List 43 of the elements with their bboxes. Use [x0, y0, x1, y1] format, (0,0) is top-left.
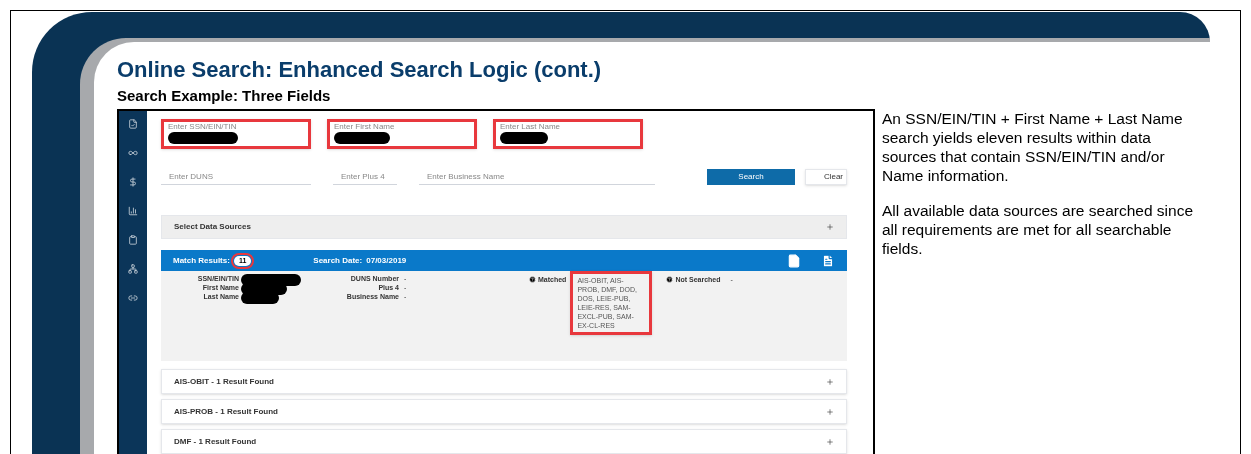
- document-icon[interactable]: [821, 253, 835, 268]
- search-date-label: Search Date:: [313, 254, 363, 267]
- slide-note: An SSN/EIN/TIN + First Name + Last Name search yields eleven results within data sources that contain SSN/EIN/TIN and/or Name information.: [882, 109, 1184, 185]
- slide-note: All available data sources are searched since all requirements are met for all searchable fields.: [882, 201, 1195, 258]
- match-results-label: Match Results:: [173, 254, 230, 267]
- plus-icon[interactable]: [826, 223, 834, 231]
- input-field[interactable]: Enter DUNS: [161, 169, 311, 185]
- plus-icon[interactable]: [826, 377, 834, 386]
- redaction-mark: [168, 132, 238, 144]
- bar-chart-icon[interactable]: [128, 206, 138, 216]
- panel-title: Select Data Sources: [174, 221, 251, 233]
- dollar-icon[interactable]: [128, 177, 138, 187]
- search-date: 07/03/2019: [366, 254, 407, 267]
- result-panel[interactable]: DMF - 1 Result Found: [161, 429, 847, 454]
- plus-icon[interactable]: [826, 437, 834, 446]
- redaction-mark: [241, 273, 301, 286]
- result-panel[interactable]: AIS-PROB - 1 Result Found: [161, 399, 847, 424]
- input-field[interactable]: Enter Business Name: [419, 169, 655, 185]
- help-icon[interactable]: [529, 276, 536, 283]
- result-panel[interactable]: AIS-OBIT - 1 Result Found: [161, 369, 847, 394]
- result-title: AIS-OBIT - 1 Result Found: [174, 375, 274, 388]
- data-sources-panel[interactable]: Select Data Sources: [161, 215, 847, 239]
- slide-title: Online Search: Enhanced Search Logic (cont.): [117, 56, 603, 84]
- field-label: Enter First Name: [334, 122, 396, 132]
- redaction-mark: [500, 132, 548, 144]
- input-field[interactable]: Enter Last Name: [493, 119, 643, 149]
- field-label: Enter Last Name: [500, 122, 562, 132]
- clear-button[interactable]: Clear: [805, 169, 847, 185]
- input-field[interactable]: Enter SSN/EIN/TIN: [161, 119, 311, 149]
- input-field[interactable]: Enter Plus 4: [333, 169, 397, 185]
- search-button[interactable]: Search: [707, 169, 795, 185]
- clipboard-icon[interactable]: [128, 235, 138, 245]
- infinity-icon[interactable]: [128, 148, 138, 158]
- plus-icon[interactable]: [826, 407, 834, 416]
- field-label: Enter SSN/EIN/TIN: [168, 122, 238, 132]
- redaction-mark: [334, 132, 390, 144]
- slide-subtitle: Search Example: Three Fields: [117, 86, 332, 106]
- hierarchy-icon[interactable]: [128, 264, 138, 274]
- input-field[interactable]: Enter First Name: [327, 119, 477, 149]
- result-title: AIS-PROB - 1 Result Found: [174, 405, 278, 418]
- link-icon[interactable]: [128, 293, 138, 303]
- help-icon[interactable]: [666, 276, 674, 283]
- result-title: DMF - 1 Result Found: [174, 435, 257, 448]
